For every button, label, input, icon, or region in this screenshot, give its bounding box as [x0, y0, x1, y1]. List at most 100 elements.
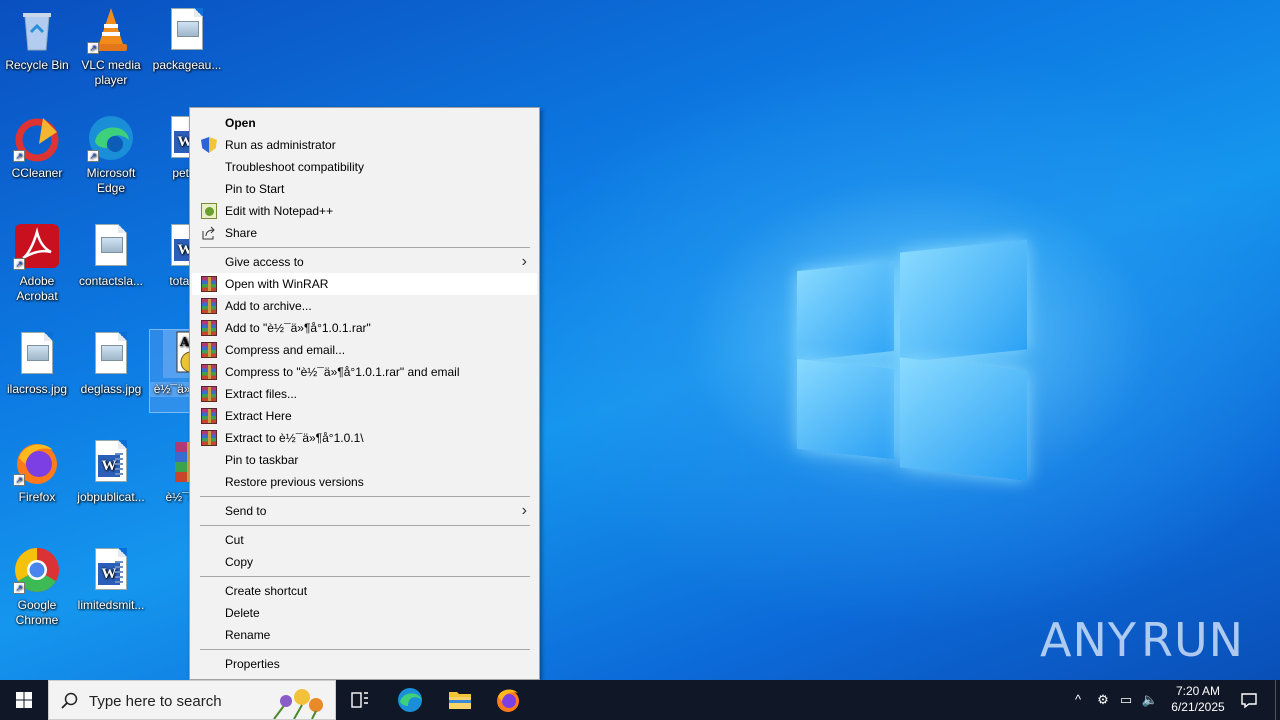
- menu-item-delete[interactable]: Delete: [192, 602, 537, 624]
- volume-icon[interactable]: 🔈: [1140, 690, 1160, 710]
- acrobat-icon: ↗: [13, 222, 61, 270]
- start-button[interactable]: [0, 680, 48, 720]
- menu-item-open-winrar[interactable]: Open with WinRAR: [192, 273, 537, 295]
- submenu-arrow-icon: ›: [521, 253, 527, 270]
- desktop-icon-label: Firefox: [18, 490, 56, 504]
- menu-item-label: Compress and email...: [225, 343, 346, 357]
- menu-item-label: Properties: [225, 657, 280, 671]
- winrar-icon: [201, 342, 217, 358]
- firefox-icon: [497, 689, 519, 712]
- menu-item-copy[interactable]: Copy: [192, 551, 537, 573]
- shortcut-arrow-icon: ↗: [13, 258, 25, 270]
- taskbar-edge-button[interactable]: [386, 680, 434, 720]
- menu-item-edit-notepadpp[interactable]: Edit with Notepad++: [192, 200, 537, 222]
- desktop-icon-vlc[interactable]: ↗ VLC media player: [74, 6, 148, 88]
- menu-item-open[interactable]: Open: [192, 112, 537, 134]
- show-desktop-button[interactable]: [1275, 680, 1280, 720]
- desktop-icon-chrome[interactable]: ↗ Google Chrome: [0, 546, 74, 628]
- windows-logo-wallpaper: [790, 238, 1035, 483]
- menu-item-label: Extract to è½¯ä»¶å°1.0.1\: [225, 431, 364, 445]
- desktop-icon-ccleaner[interactable]: ↗ CCleaner: [0, 114, 74, 181]
- recycle-bin-icon: [13, 6, 61, 54]
- desktop-icon-label: jobpublicat...: [77, 490, 145, 504]
- menu-item-cut[interactable]: Cut: [192, 529, 537, 551]
- menu-item-give-access[interactable]: Give access to ›: [192, 251, 537, 273]
- menu-item-label: Create shortcut: [225, 584, 308, 598]
- menu-item-rename[interactable]: Rename: [192, 624, 537, 646]
- desktop-icon-label: Adobe Acrobat: [16, 274, 58, 303]
- desktop-icon-firefox[interactable]: ↗ Firefox: [0, 438, 74, 505]
- menu-item-add-to-archive[interactable]: Add to archive...: [192, 295, 537, 317]
- ccleaner-icon: ↗: [13, 114, 61, 162]
- winrar-icon: [201, 364, 217, 380]
- desktop-icon-contactsla[interactable]: contactsla...: [74, 222, 148, 289]
- winrar-icon: [201, 430, 217, 446]
- menu-separator: [200, 247, 530, 248]
- menu-item-extract-here[interactable]: Extract Here: [192, 405, 537, 427]
- menu-item-extract-files[interactable]: Extract files...: [192, 383, 537, 405]
- taskbar-file-explorer-button[interactable]: [436, 680, 484, 720]
- menu-item-compress-email[interactable]: Compress and email...: [192, 339, 537, 361]
- chrome-icon: ↗: [13, 546, 61, 594]
- desktop-icon-ilacross[interactable]: ilacross.jpg: [0, 330, 74, 397]
- menu-item-restore-versions[interactable]: Restore previous versions: [192, 471, 537, 493]
- image-file-icon: [163, 6, 211, 54]
- menu-item-troubleshoot[interactable]: Troubleshoot compatibility: [192, 156, 537, 178]
- desktop-icon-jobpublicat[interactable]: W jobpublicat...: [74, 438, 148, 505]
- taskbar-clock[interactable]: 7:20 AM 6/21/2025: [1162, 683, 1234, 715]
- menu-item-extract-to[interactable]: Extract to è½¯ä»¶å°1.0.1\: [192, 427, 537, 449]
- menu-item-label: Compress to "è½¯ä»¶å°1.0.1.rar" and emai…: [225, 365, 460, 379]
- desktop-icon-label: packageau...: [152, 58, 222, 72]
- desktop-icon-edge[interactable]: ↗ Microsoft Edge: [74, 114, 148, 196]
- menu-item-label: Run as administrator: [225, 138, 336, 152]
- taskbar-firefox-button[interactable]: [484, 680, 532, 720]
- desktop-icon-recycle-bin[interactable]: Recycle Bin: [0, 6, 74, 73]
- menu-item-add-to-rar[interactable]: Add to "è½¯ä»¶å°1.0.1.rar": [192, 317, 537, 339]
- menu-item-label: Extract files...: [225, 387, 298, 401]
- notifications-icon[interactable]: [1238, 690, 1260, 710]
- menu-item-run-as-admin[interactable]: Run as administrator: [192, 134, 537, 156]
- search-icon: [61, 692, 78, 709]
- image-file-icon: [87, 330, 135, 378]
- menu-item-compress-to-rar-email[interactable]: Compress to "è½¯ä»¶å°1.0.1.rar" and emai…: [192, 361, 537, 383]
- network-icon[interactable]: ▭: [1116, 690, 1136, 710]
- menu-item-pin-to-start[interactable]: Pin to Start: [192, 178, 537, 200]
- shortcut-arrow-icon: ↗: [13, 150, 25, 162]
- show-hidden-icons-chevron-icon[interactable]: ^: [1068, 690, 1088, 710]
- menu-separator: [200, 525, 530, 526]
- search-placeholder: Type here to search: [89, 693, 222, 710]
- desktop-icon-acrobat[interactable]: ↗ Adobe Acrobat: [0, 222, 74, 304]
- word-doc-icon: W: [87, 438, 135, 486]
- menu-item-pin-taskbar[interactable]: Pin to taskbar: [192, 449, 537, 471]
- shortcut-arrow-icon: ↗: [13, 474, 25, 486]
- desktop-icon-label: ilacross.jpg: [6, 382, 68, 396]
- taskbar-search-box[interactable]: Type here to search: [48, 680, 336, 720]
- shortcut-arrow-icon: ↗: [13, 582, 25, 594]
- tray-app-icon[interactable]: ⚙: [1093, 690, 1113, 710]
- desktop-icon-packageau[interactable]: packageau...: [150, 6, 224, 73]
- menu-item-send-to[interactable]: Send to ›: [192, 500, 537, 522]
- menu-item-label: Edit with Notepad++: [225, 204, 334, 218]
- search-highlight-flowers-icon: [273, 689, 323, 719]
- menu-item-label: Share: [225, 226, 258, 240]
- desktop-icon-label: VLC media player: [81, 58, 141, 87]
- desktop-icon-label: CCleaner: [11, 166, 63, 180]
- menu-item-properties[interactable]: Properties: [192, 653, 537, 675]
- task-view-icon: [351, 692, 368, 708]
- menu-item-label: Troubleshoot compatibility: [225, 160, 364, 174]
- winrar-icon: [201, 408, 217, 424]
- menu-item-share[interactable]: Share: [192, 222, 537, 244]
- desktop-icon-deglass[interactable]: deglass.jpg: [74, 330, 148, 397]
- anyrun-watermark: ANY RUN: [1040, 608, 1243, 672]
- menu-item-label: Pin to Start: [225, 182, 285, 196]
- edge-icon: [398, 688, 422, 712]
- menu-item-label: Add to "è½¯ä»¶å°1.0.1.rar": [225, 321, 371, 335]
- winrar-icon: [201, 276, 217, 292]
- task-view-button[interactable]: [336, 680, 384, 720]
- desktop-icon-limitedsmit[interactable]: W limitedsmit...: [74, 546, 148, 613]
- desktop-icon-label: deglass.jpg: [80, 382, 142, 396]
- menu-item-create-shortcut[interactable]: Create shortcut: [192, 580, 537, 602]
- image-file-icon: [13, 330, 61, 378]
- submenu-arrow-icon: ›: [521, 502, 527, 519]
- menu-separator: [200, 496, 530, 497]
